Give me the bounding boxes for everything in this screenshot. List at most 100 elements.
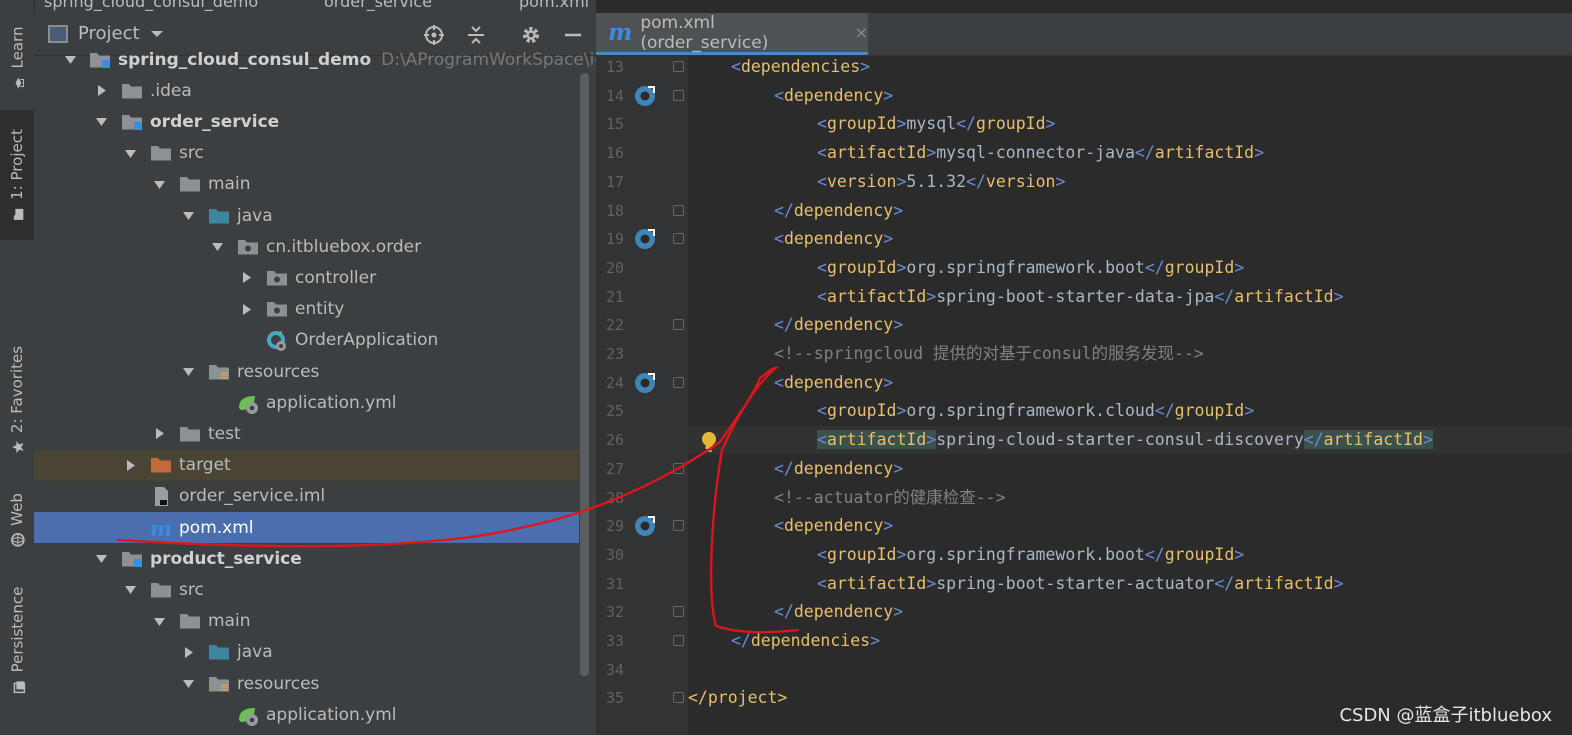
code-token: </ (1134, 143, 1155, 163)
tree-item[interactable]: src (34, 574, 579, 605)
chevron-right-icon[interactable] (151, 426, 167, 442)
tree-item-label: src (179, 579, 204, 600)
tree-item[interactable]: OrderApplication (34, 325, 579, 356)
breadcrumb-item-file[interactable]: pom.xml (519, 0, 589, 11)
tree-item[interactable]: .idea (34, 75, 579, 106)
tree-item[interactable]: test (34, 418, 579, 449)
tree-item[interactable]: m pom.xml (34, 512, 579, 543)
editor-code-area[interactable]: <dependencies> <dependency> <groupId>mysql… (688, 55, 1572, 735)
fold-marker-icon[interactable] (673, 606, 684, 618)
code-line[interactable]: </dependency> (688, 598, 1572, 626)
code-line[interactable]: <artifactId>spring-cloud-starter-consul-… (688, 426, 1572, 455)
fold-marker-icon[interactable] (673, 319, 684, 331)
code-line[interactable]: <dependency> (688, 369, 1572, 397)
chevron-right-icon[interactable] (93, 83, 109, 99)
chevron-down-icon[interactable] (64, 52, 77, 68)
chevron-right-icon[interactable] (180, 644, 196, 660)
code-line[interactable]: <dependencies> (688, 53, 1572, 81)
project-tree-scrollbar[interactable] (580, 73, 589, 676)
chevron-down-icon[interactable] (180, 676, 196, 692)
chevron-down-icon[interactable] (180, 364, 196, 380)
line-number: 29 (605, 517, 624, 536)
code-token: > (1234, 544, 1245, 564)
code-token: > (926, 286, 937, 306)
project-view-selector[interactable]: Project (48, 23, 164, 44)
locate-icon[interactable] (423, 24, 445, 46)
tree-item[interactable]: product_service (34, 543, 579, 574)
tree-item[interactable]: cn.itbluebox.order (34, 231, 579, 262)
code-line[interactable]: <artifactId>spring-boot-starter-data-jpa… (688, 283, 1572, 311)
chevron-down-icon[interactable] (209, 239, 225, 255)
collapse-all-icon[interactable] (465, 24, 487, 46)
fold-marker-icon[interactable] (673, 635, 684, 646)
code-line[interactable]: <dependency> (688, 512, 1572, 540)
fold-marker-icon[interactable] (673, 204, 684, 216)
code-line[interactable]: <!--actuator的健康检查--> (688, 484, 1572, 512)
tree-item[interactable]: application.yml (34, 387, 579, 418)
fold-marker-icon[interactable] (673, 61, 684, 72)
code-line[interactable]: <dependency> (688, 82, 1572, 110)
tree-item[interactable]: order_service.iml (34, 481, 579, 512)
fold-marker-icon[interactable] (673, 462, 684, 474)
tool-tab-web[interactable]: Web (0, 480, 34, 560)
breadcrumb-item-module[interactable]: order_service (324, 0, 432, 11)
code-line[interactable]: </dependencies> (688, 627, 1572, 655)
tree-item[interactable]: spring_cloud_consul_demo D:\AProgramWorkS… (34, 44, 596, 75)
code-line[interactable]: <!--springcloud 提供的对基于consul的服务发现--> (688, 340, 1572, 368)
chevron-right-icon[interactable] (122, 457, 138, 473)
breadcrumb-item-project[interactable]: spring_cloud_consul_demo (44, 0, 258, 11)
chevron-down-icon[interactable] (122, 582, 138, 598)
maven-dependency-gutter-icon[interactable] (634, 372, 656, 394)
tool-tab-learn[interactable]: Learn (0, 18, 34, 98)
fold-marker-icon[interactable] (673, 89, 684, 101)
tool-tab-persistence[interactable]: Persistence (0, 572, 34, 707)
hide-panel-icon[interactable] (562, 24, 584, 46)
code-line[interactable]: <artifactId>mysql-connector-java</artifa… (688, 139, 1572, 167)
tree-item[interactable]: java (34, 200, 579, 231)
tree-item[interactable]: main (34, 606, 579, 637)
tree-item[interactable]: controller (34, 262, 579, 293)
tool-tab-favorites[interactable]: 2: Favorites (0, 330, 34, 470)
code-line[interactable]: <dependency> (688, 225, 1572, 253)
code-line[interactable]: <groupId>org.springframework.boot</group… (688, 254, 1572, 282)
fold-marker-icon[interactable] (673, 233, 684, 245)
code-line[interactable]: </dependency> (688, 455, 1572, 483)
chevron-down-icon[interactable] (93, 551, 109, 567)
maven-dependency-gutter-icon[interactable] (634, 515, 656, 537)
tree-item[interactable]: entity (34, 294, 579, 325)
gear-icon[interactable] (520, 24, 542, 46)
chevron-down-icon[interactable] (122, 145, 138, 161)
fold-marker-icon[interactable] (673, 376, 684, 388)
code-line[interactable]: <artifactId>spring-boot-starter-actuator… (688, 570, 1572, 598)
tree-item[interactable]: java (34, 637, 579, 668)
maven-dependency-gutter-icon[interactable] (634, 85, 656, 107)
tree-item[interactable]: resources (34, 668, 579, 699)
tree-item[interactable]: target (34, 449, 579, 481)
tree-item[interactable]: main (34, 169, 579, 200)
chevron-down-icon[interactable] (151, 613, 167, 629)
tool-tab-project[interactable]: 1: Project (0, 110, 34, 240)
lightbulb-icon[interactable] (700, 431, 718, 453)
chevron-down-icon[interactable] (180, 208, 196, 224)
code-line[interactable]: <groupId>mysql</groupId> (688, 110, 1572, 138)
tree-item[interactable]: resources (34, 356, 579, 387)
code-line[interactable]: <version>5.1.32</version> (688, 168, 1572, 196)
tree-item[interactable]: application.yml (34, 699, 579, 730)
maven-dependency-gutter-icon[interactable] (634, 228, 656, 250)
chevron-down-icon[interactable] (93, 114, 109, 130)
chevron-down-icon[interactable] (151, 176, 167, 192)
tree-item[interactable]: src (34, 138, 579, 169)
chevron-right-icon[interactable] (238, 270, 254, 286)
editor-tab-pom-xml[interactable]: m pom.xml (order_service) × (596, 13, 868, 55)
fold-marker-icon[interactable] (673, 692, 684, 704)
chevron-right-icon[interactable] (238, 301, 254, 317)
code-line[interactable]: </dependency> (688, 311, 1572, 339)
code-line[interactable] (688, 656, 1572, 684)
code-line[interactable]: <groupId>org.springframework.boot</group… (688, 541, 1572, 569)
close-icon[interactable]: × (855, 23, 868, 42)
code-line[interactable]: <groupId>org.springframework.cloud</grou… (688, 397, 1572, 425)
tree-item[interactable]: order_service (34, 106, 579, 137)
tree-item-label: cn.itbluebox.order (266, 236, 422, 257)
fold-marker-icon[interactable] (673, 520, 684, 532)
code-line[interactable]: </dependency> (688, 197, 1572, 225)
